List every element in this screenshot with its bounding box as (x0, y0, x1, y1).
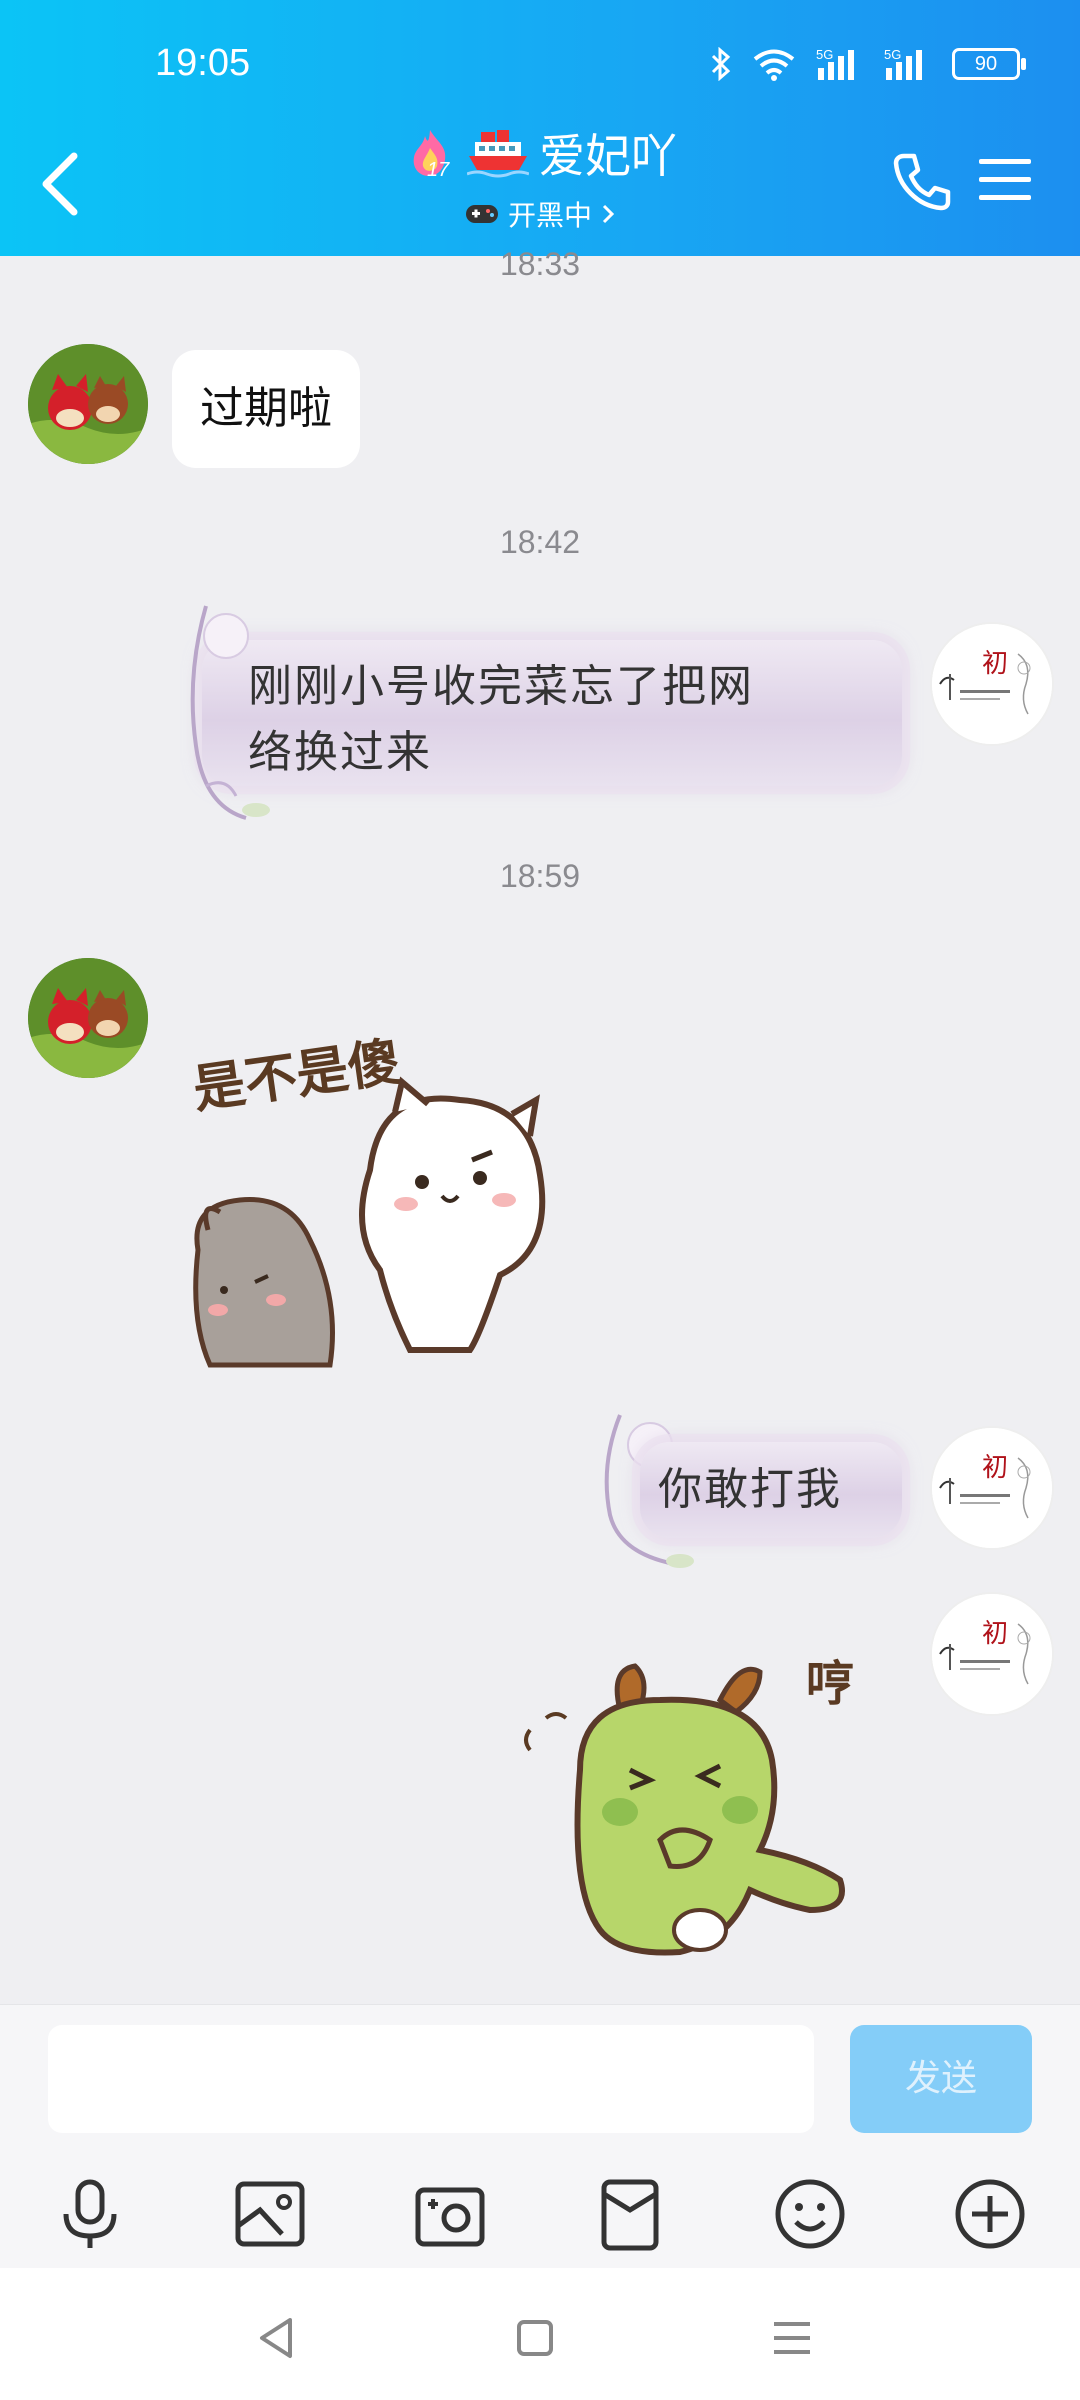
lantern-decoration-icon (190, 605, 270, 820)
message-bubble[interactable]: 过期啦 (172, 350, 360, 468)
message-line: 刚刚小号收完菜忘了把网 (248, 661, 754, 712)
red-packet-icon[interactable] (590, 2174, 670, 2254)
message-line: 络换过来 (248, 727, 432, 778)
plus-icon[interactable] (950, 2174, 1030, 2254)
gamepad-icon (465, 205, 498, 223)
battery-indicator: 90 (952, 48, 1026, 80)
sticker-message[interactable]: 哼 (510, 1640, 890, 1980)
sticker-message[interactable]: 是不是傻 (180, 1000, 600, 1380)
signal-5g-icon-2: 5G (884, 47, 922, 80)
nav-home-icon[interactable] (505, 2308, 565, 2368)
message-text: 你敢打我 (658, 1464, 842, 1515)
chat-header: 19:05 5G 5G 90 17 爱妃吖 开黑中 (0, 0, 1080, 256)
message-time: 18:42 (499, 524, 581, 560)
svg-text:5G: 5G (816, 47, 833, 62)
fire-streak-icon: 17 (403, 126, 457, 181)
svg-text:是不是傻: 是不是傻 (189, 1032, 403, 1120)
phone-call-icon[interactable] (890, 150, 954, 214)
bluetooth-icon (711, 47, 731, 81)
contact-name: 爱妃吖 (539, 129, 677, 183)
message-time: 18:33 (499, 246, 581, 282)
svg-text:初: 初 (982, 1619, 1008, 1649)
composer-toolbar (0, 2164, 1080, 2269)
svg-text:17: 17 (427, 159, 450, 180)
menu-icon[interactable] (975, 155, 1035, 205)
my-avatar[interactable]: 初 (932, 1594, 1052, 1714)
nav-menu-icon[interactable] (762, 2308, 822, 2368)
my-avatar[interactable]: 初 (932, 624, 1052, 744)
dragon-sticker-icon: 哼 (524, 1656, 854, 1956)
svg-text:哼: 哼 (806, 1656, 854, 1712)
camera-icon[interactable] (410, 2174, 490, 2254)
message-time: 18:59 (499, 858, 581, 894)
composer: 发送 (0, 2004, 1080, 2165)
status-subtitle: 开黑中 (507, 199, 592, 232)
svg-text:初: 初 (982, 1453, 1008, 1483)
image-icon[interactable] (230, 2174, 310, 2254)
svg-text:初: 初 (982, 649, 1008, 679)
chevron-right-icon (602, 204, 615, 224)
svg-text:5G: 5G (884, 47, 901, 62)
ship-icon (467, 130, 529, 178)
contact-avatar[interactable] (28, 958, 148, 1078)
message-bubble-decorated[interactable]: 刚刚小号收完菜忘了把网 络换过来 (202, 640, 902, 786)
message-input[interactable] (48, 2025, 814, 2133)
nav-back-icon[interactable] (248, 2308, 308, 2368)
microphone-icon[interactable] (50, 2174, 130, 2254)
contact-avatar[interactable] (28, 344, 148, 464)
status-time: 19:05 (155, 42, 251, 84)
my-avatar[interactable]: 初 (932, 1428, 1052, 1548)
signal-5g-icon: 5G (816, 47, 854, 80)
wifi-icon (753, 49, 795, 81)
message-bubble-decorated[interactable]: 你敢打我 (640, 1442, 902, 1538)
cat-sticker-icon: 是不是傻 (189, 1032, 546, 1368)
send-button[interactable]: 发送 (850, 2025, 1032, 2133)
status-icons: 5G 5G 90 (710, 46, 1026, 82)
system-nav-bar (0, 2268, 1080, 2400)
emoji-icon[interactable] (770, 2174, 850, 2254)
